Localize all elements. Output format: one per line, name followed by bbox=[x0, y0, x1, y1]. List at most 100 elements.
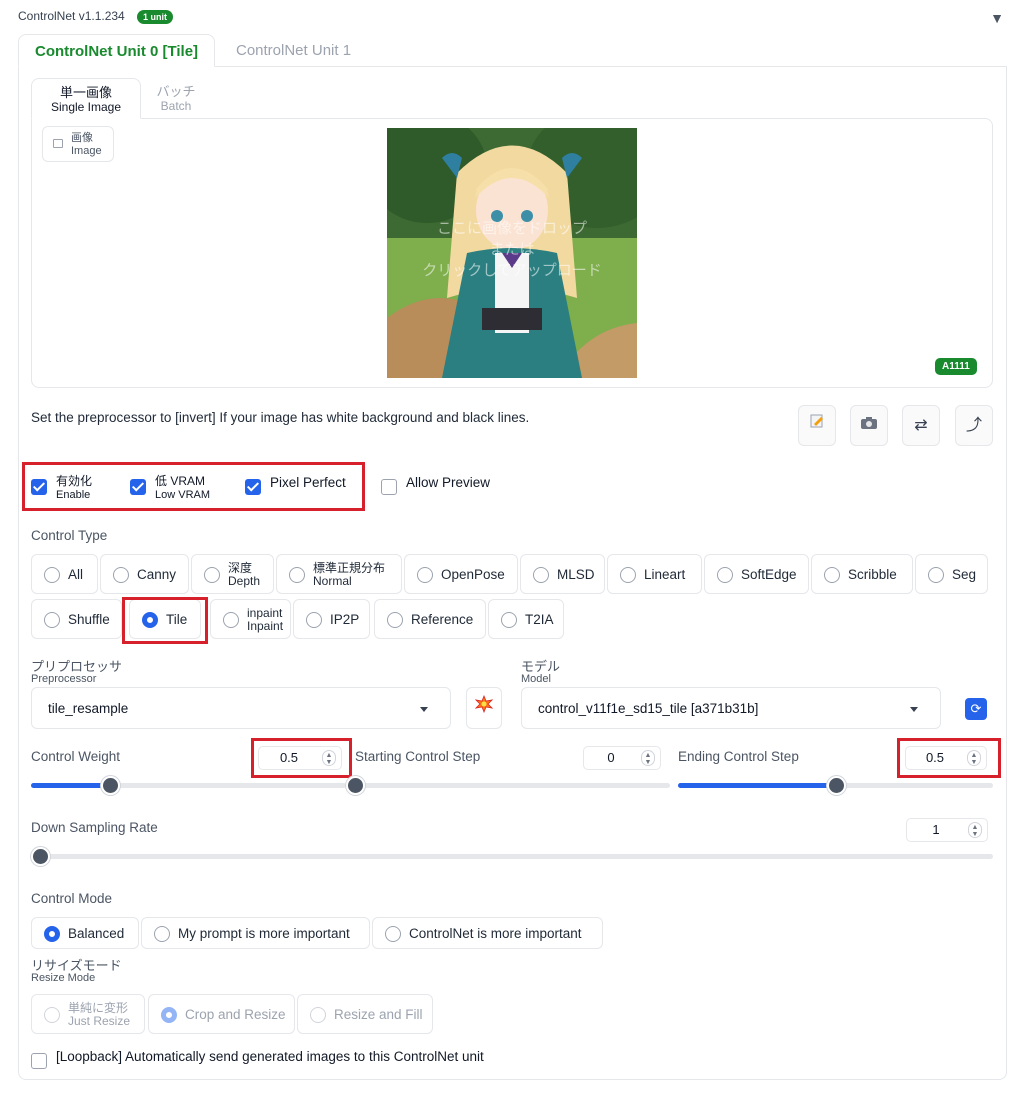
preprocessor-label-ja: プリプロセッサ bbox=[31, 659, 123, 674]
resize-mode-label: リサイズモード Resize Mode bbox=[31, 959, 122, 985]
radio-dot bbox=[223, 612, 239, 628]
app-title: ControlNet v1.1.234 bbox=[18, 9, 125, 23]
radio-label: T2IA bbox=[525, 612, 554, 627]
radio-control-type-mlsd[interactable]: MLSD bbox=[520, 554, 605, 594]
loopback-checkbox-box[interactable] bbox=[31, 1053, 47, 1069]
slider-fill bbox=[31, 783, 110, 788]
ending-step-slider[interactable] bbox=[678, 776, 993, 795]
radio-label: OpenPose bbox=[441, 567, 505, 582]
allow-preview-checkbox[interactable]: Allow Preview bbox=[381, 470, 521, 504]
camera-icon[interactable] bbox=[850, 405, 888, 446]
radio-resize-and-fill[interactable]: Resize and Fill bbox=[297, 994, 433, 1034]
image-icon bbox=[53, 139, 63, 148]
radio-control-type-shuffle[interactable]: Shuffle bbox=[31, 599, 122, 639]
swap-icon[interactable]: ⇄ bbox=[902, 405, 940, 446]
radio-label: My prompt is more important bbox=[178, 926, 350, 941]
radio-label: 単純に変形 Just Resize bbox=[68, 1002, 130, 1028]
radio-control-type-all[interactable]: All bbox=[31, 554, 98, 594]
starting-step-label: Starting Control Step bbox=[355, 749, 481, 764]
a1111-badge: A1111 bbox=[935, 358, 977, 375]
radio-dot bbox=[44, 926, 60, 942]
spinner-icon[interactable]: ▲ ▼ bbox=[968, 822, 982, 838]
down-sampling-input[interactable]: 1 ▲ ▼ bbox=[906, 818, 988, 842]
model-dropdown[interactable]: control_v11f1e_sd15_tile [a371b31b] bbox=[521, 687, 941, 729]
radio-control-type-softedge[interactable]: SoftEdge bbox=[704, 554, 809, 594]
control-type-label: Control Type bbox=[31, 528, 108, 543]
radio-label-en: Normal bbox=[313, 574, 352, 589]
starting-step-value: 0 bbox=[607, 750, 615, 765]
send-dimensions-icon[interactable]: ⤴ bbox=[955, 405, 993, 446]
radio-label-ja: 深度 bbox=[228, 561, 253, 576]
radio-control-type-canny[interactable]: Canny bbox=[100, 554, 189, 594]
radio-control-type-normal[interactable]: 標準正規分布 Normal bbox=[276, 554, 402, 594]
explosion-icon bbox=[474, 694, 494, 714]
slider-thumb[interactable] bbox=[31, 847, 50, 866]
image-label: 画像 Image bbox=[42, 126, 114, 162]
radio-control-type-openpose[interactable]: OpenPose bbox=[404, 554, 518, 594]
tab-single-image-en: Single Image bbox=[50, 100, 122, 114]
radio-control-type-scribble[interactable]: Scribble bbox=[811, 554, 913, 594]
radio-control-type-t2ia[interactable]: T2IA bbox=[488, 599, 564, 639]
unit-count-badge: 1 unit bbox=[137, 10, 173, 24]
starting-step-slider[interactable] bbox=[346, 776, 670, 795]
control-weight-slider[interactable] bbox=[31, 776, 346, 795]
edit-icon[interactable] bbox=[798, 405, 836, 446]
tab-controlnet-unit-0[interactable]: ControlNet Unit 0 [Tile] bbox=[18, 34, 216, 67]
collapse-arrow-icon[interactable]: ▼ bbox=[990, 10, 1004, 26]
highlight-ending-step bbox=[897, 738, 1001, 778]
radio-dot bbox=[385, 926, 401, 942]
refresh-models-icon[interactable]: ⟳ bbox=[965, 698, 987, 720]
spinner-icon[interactable]: ▲ ▼ bbox=[641, 750, 655, 766]
preprocessor-value: tile_resample bbox=[48, 701, 129, 716]
chevron-down-icon bbox=[420, 707, 428, 712]
radio-label: Resize and Fill bbox=[334, 1007, 423, 1022]
radio-label: ControlNet is more important bbox=[409, 926, 582, 941]
preprocessor-dropdown[interactable]: tile_resample bbox=[31, 687, 451, 729]
radio-control-type-depth[interactable]: 深度 Depth bbox=[191, 554, 274, 594]
radio-control-type-ip2p[interactable]: IP2P bbox=[293, 599, 370, 639]
radio-dot bbox=[928, 567, 944, 583]
slider-fill bbox=[678, 783, 836, 788]
highlight-checkboxes bbox=[22, 462, 365, 511]
radio-control-mode-balanced[interactable]: Balanced bbox=[31, 917, 139, 949]
tab-controlnet-unit-1[interactable]: ControlNet Unit 1 bbox=[220, 34, 367, 67]
radio-label: Lineart bbox=[644, 567, 686, 582]
radio-dot bbox=[161, 1007, 177, 1023]
tab-batch-ja: バッチ bbox=[156, 84, 196, 99]
radio-label-ja: 単純に変形 bbox=[68, 1001, 129, 1016]
radio-label: Balanced bbox=[68, 926, 125, 941]
run-preprocessor-button[interactable] bbox=[466, 687, 502, 729]
slider-thumb[interactable] bbox=[100, 776, 120, 795]
radio-dot bbox=[204, 567, 220, 583]
control-weight-label: Control Weight bbox=[31, 749, 121, 764]
down-sampling-label: Down Sampling Rate bbox=[31, 820, 158, 835]
radio-resize-just-resize[interactable]: 単純に変形 Just Resize bbox=[31, 994, 145, 1034]
radio-dot bbox=[824, 567, 840, 583]
drop-overlay-text: ここに画像をドロップ または クリックしてアップロード bbox=[387, 218, 637, 281]
radio-label-en: Depth bbox=[228, 574, 261, 589]
down-sampling-slider[interactable] bbox=[31, 847, 993, 866]
radio-control-mode-prompt[interactable]: My prompt is more important bbox=[141, 917, 370, 949]
model-label-en: Model bbox=[521, 673, 551, 685]
radio-control-type-lineart[interactable]: Lineart bbox=[607, 554, 702, 594]
loopback-checkbox[interactable]: [Loopback] Automatically send generated … bbox=[31, 1044, 551, 1078]
radio-label: Scribble bbox=[848, 567, 897, 582]
radio-control-type-reference[interactable]: Reference bbox=[374, 599, 486, 639]
starting-step-input[interactable]: 0 ▲ ▼ bbox=[583, 746, 661, 770]
radio-dot bbox=[44, 612, 60, 628]
radio-label: IP2P bbox=[330, 612, 360, 627]
radio-label: 深度 Depth bbox=[228, 562, 260, 588]
radio-dot bbox=[306, 612, 322, 628]
overlay-line-3: クリックしてアップロード bbox=[422, 262, 602, 279]
radio-resize-crop-and-resize[interactable]: Crop and Resize bbox=[148, 994, 295, 1034]
radio-control-mode-controlnet[interactable]: ControlNet is more important bbox=[372, 917, 603, 949]
tab-single-image[interactable]: 単一画像 Single Image bbox=[31, 78, 141, 119]
allow-preview-checkbox-box[interactable] bbox=[381, 479, 397, 495]
radio-dot bbox=[717, 567, 733, 583]
model-label: モデル Model bbox=[521, 660, 560, 686]
slider-thumb[interactable] bbox=[346, 776, 365, 795]
radio-label-ja: inpaint bbox=[247, 606, 283, 621]
slider-thumb[interactable] bbox=[826, 776, 846, 795]
radio-control-type-seg[interactable]: Seg bbox=[915, 554, 988, 594]
radio-control-type-inpaint[interactable]: inpaint Inpaint bbox=[210, 599, 291, 639]
